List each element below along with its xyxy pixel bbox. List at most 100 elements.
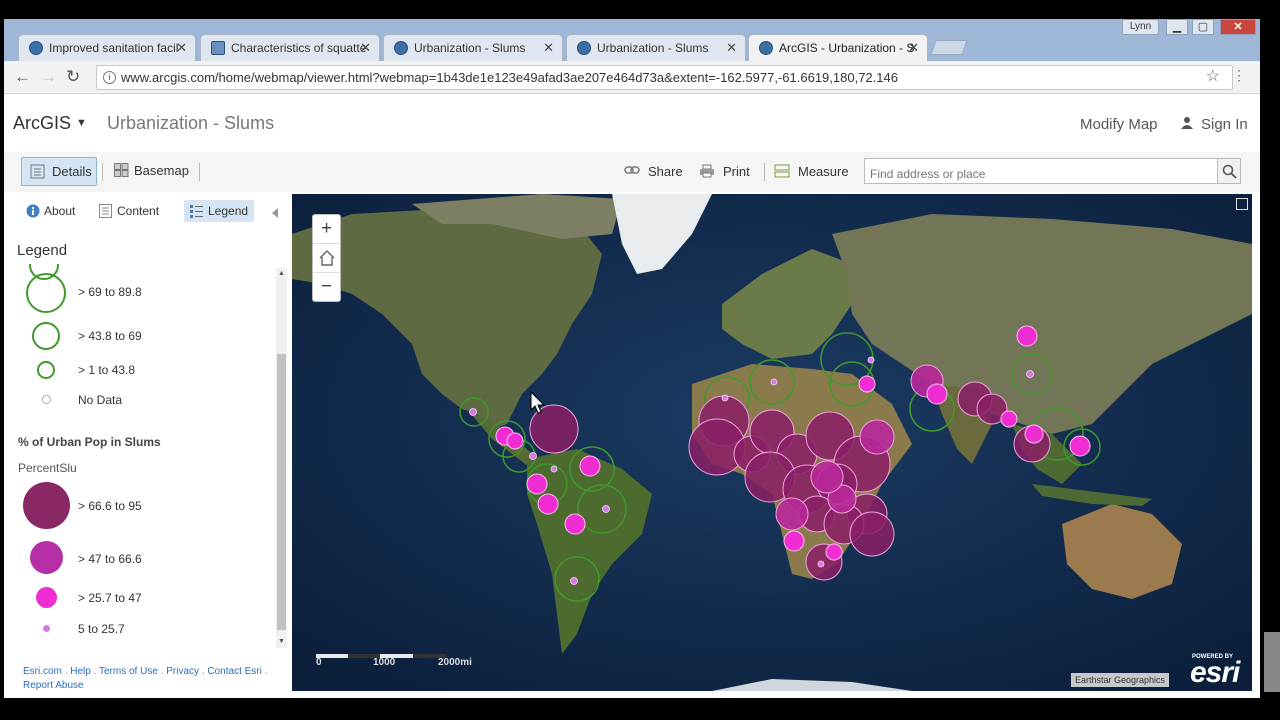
link-icon <box>624 166 640 174</box>
home-icon <box>319 250 334 266</box>
measure-label: Measure <box>798 164 849 179</box>
divider <box>199 163 200 181</box>
footer-link-terms[interactable]: Terms of Use <box>99 666 158 677</box>
details-label: Details <box>52 164 92 179</box>
legend-label: No Data <box>78 393 123 407</box>
tab-content-label: Content <box>117 204 160 218</box>
scale-label-0: 0 <box>316 657 322 668</box>
legend-label: > 25.7 to 47 <box>78 591 142 605</box>
search-input[interactable] <box>864 158 1218 184</box>
tab-legend[interactable]: Legend <box>184 200 255 222</box>
details-icon <box>30 164 45 179</box>
legend-item: > 47 to 66.6 <box>10 540 270 576</box>
search-icon <box>1222 164 1237 179</box>
legend-item: > 25.7 to 47 <box>10 586 270 610</box>
map-title: Urbanization - Slums <box>107 113 275 133</box>
close-tab-icon[interactable]: ✕ <box>543 40 554 56</box>
close-tab-icon[interactable]: ✕ <box>360 40 371 56</box>
home-button[interactable] <box>313 244 340 273</box>
map-view[interactable]: + − 0 1000 2000mi Earthstar Geographics … <box>292 194 1252 691</box>
legend-scroll-thumb[interactable] <box>277 354 286 630</box>
scale-label-2000mi: 2000mi <box>438 657 472 668</box>
basemap-grid-icon <box>114 163 129 177</box>
modify-map-link[interactable]: Modify Map <box>1080 116 1158 133</box>
minimize-button[interactable]: ▁ <box>1166 19 1188 35</box>
tab-about-label: About <box>44 204 76 218</box>
details-button[interactable]: Details <box>21 157 97 186</box>
scale-labels: 0 1000 2000mi <box>316 657 486 668</box>
arcgis-page: ArcGIS ▼ Urbanization - Slums Modify Map … <box>4 94 1260 698</box>
footer-link-abuse[interactable]: Report Abuse <box>23 680 84 691</box>
brand-label: ArcGIS <box>13 113 72 133</box>
forward-arrow-icon[interactable]: → <box>40 67 57 87</box>
back-arrow-icon[interactable]: ← <box>14 67 31 87</box>
legend-layer-title: % of Urban Pop in Slums <box>18 435 161 449</box>
browser-tab-3[interactable]: Urbanization - Slums ✕ <box>383 34 563 61</box>
globe-icon <box>29 41 43 55</box>
content-icon <box>99 204 112 218</box>
tab-title: Improved sanitation facil <box>49 41 179 55</box>
user-icon <box>1181 117 1193 129</box>
sign-in-link[interactable]: Sign In <box>1201 116 1248 133</box>
footer-link-help[interactable]: Help <box>70 666 91 677</box>
scroll-down-icon[interactable]: ▼ <box>278 638 285 645</box>
close-tab-icon[interactable]: ✕ <box>908 40 919 56</box>
share-label: Share <box>648 164 683 179</box>
legend-label: 5 to 25.7 <box>78 622 125 636</box>
collapse-panel-icon[interactable] <box>272 208 278 218</box>
close-tab-icon[interactable]: ✕ <box>726 40 737 56</box>
tab-content[interactable]: Content <box>99 204 159 218</box>
info-icon[interactable]: i <box>103 71 116 84</box>
legend-symbol <box>42 395 51 404</box>
legend-item: > 66.6 to 95 <box>10 482 270 530</box>
close-window-button[interactable]: ✕ <box>1220 19 1256 35</box>
footer-link-contact[interactable]: Contact Esri <box>207 666 261 677</box>
browser-tab-1[interactable]: Improved sanitation facil ✕ <box>18 34 196 61</box>
share-button[interactable]: Share <box>624 164 683 179</box>
browser-toolbar: ← → ↻ i www.arcgis.com/home/webmap/viewe… <box>4 61 1260 94</box>
basemap-button[interactable]: Basemap <box>114 163 189 178</box>
browser-menu-icon[interactable]: ⋮ <box>1232 67 1246 84</box>
legend-symbol <box>43 625 50 632</box>
close-tab-icon[interactable]: ✕ <box>176 40 187 56</box>
maximize-button[interactable]: ▢ <box>1192 19 1214 35</box>
measure-button[interactable]: Measure <box>774 164 849 179</box>
zoom-in-button[interactable]: + <box>313 215 340 244</box>
divider <box>102 163 103 181</box>
legend-heading: Legend <box>17 242 68 259</box>
bookmark-star-icon[interactable]: ☆ <box>1206 66 1220 86</box>
legend-label: > 43.8 to 69 <box>78 329 142 343</box>
globe-icon <box>577 41 591 55</box>
print-button[interactable]: Print <box>699 164 750 179</box>
divider <box>764 163 765 181</box>
legend-symbol <box>32 322 60 350</box>
scroll-up-icon[interactable]: ▲ <box>278 270 285 277</box>
footer-link-esri[interactable]: Esri.com <box>23 666 62 677</box>
scale-label-1000: 1000 <box>373 657 396 668</box>
printer-icon <box>700 164 714 178</box>
reload-icon[interactable]: ↻ <box>66 67 80 87</box>
legend-symbol <box>36 587 57 608</box>
legend-label: > 1 to 43.8 <box>78 363 136 377</box>
arcgis-menu[interactable]: ArcGIS ▼ <box>13 113 87 134</box>
browser-tab-active[interactable]: ArcGIS - Urbanization - S ✕ <box>748 34 928 61</box>
legend-item: 5 to 25.7 <box>10 620 270 640</box>
search-button[interactable] <box>1217 158 1241 184</box>
expand-icon[interactable] <box>1236 198 1248 210</box>
tab-about[interactable]: About <box>26 204 75 218</box>
url-text: www.arcgis.com/home/webmap/viewer.html?w… <box>121 70 898 85</box>
world-map[interactable] <box>292 194 1252 691</box>
legend-list-icon <box>190 205 203 218</box>
browser-tab-4[interactable]: Urbanization - Slums ✕ <box>566 34 746 61</box>
address-bar[interactable]: i www.arcgis.com/home/webmap/viewer.html… <box>96 65 1233 90</box>
legend-field-name: PercentSlu <box>18 461 77 475</box>
panel-footer: Esri.com . Help . Terms of Use . Privacy… <box>23 666 268 691</box>
profile-button[interactable]: Lynn <box>1122 19 1159 35</box>
browser-tab-2[interactable]: Characteristics of squatte ✕ <box>200 34 380 61</box>
zoom-out-button[interactable]: − <box>313 273 340 302</box>
measure-icon <box>774 164 790 178</box>
footer-link-privacy[interactable]: Privacy <box>166 666 199 677</box>
legend-item: > 69 to 89.8 <box>10 272 270 313</box>
legend-symbol <box>23 482 70 529</box>
new-tab-button[interactable] <box>930 40 968 55</box>
